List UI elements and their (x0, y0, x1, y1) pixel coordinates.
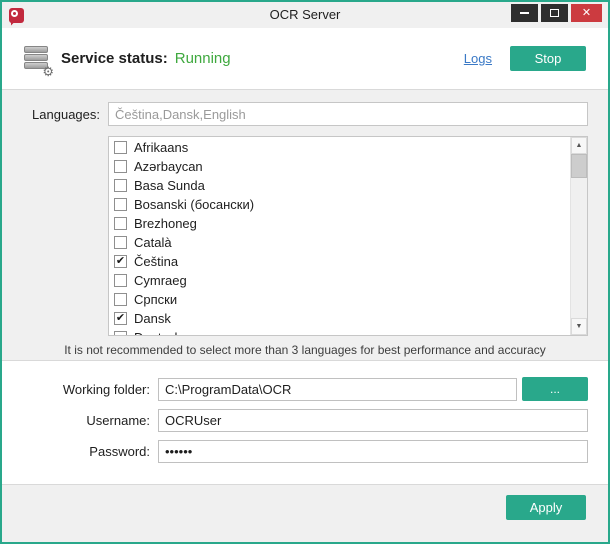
close-icon: ✕ (582, 8, 591, 19)
language-list-item[interactable]: Deutsch (109, 328, 570, 335)
minimize-icon (520, 12, 529, 14)
checkbox[interactable] (114, 198, 127, 211)
language-label: Azərbaycan (134, 159, 203, 174)
working-folder-row: Working folder: ... (22, 377, 588, 401)
language-label: Српски (134, 292, 177, 307)
languages-section: Languages: Afrikaans Azərbaycan Basa Sun… (2, 90, 608, 361)
password-row: Password: (22, 440, 588, 463)
checkbox[interactable] (114, 160, 127, 173)
server-disk (24, 54, 48, 61)
selected-languages-input[interactable] (108, 102, 588, 126)
language-list-item[interactable]: Català (109, 233, 570, 252)
stop-button[interactable]: Stop (510, 46, 586, 71)
window-controls: ✕ (511, 4, 602, 22)
working-folder-input[interactable] (158, 378, 517, 401)
checkbox[interactable] (114, 274, 127, 287)
language-list: Afrikaans Azərbaycan Basa Sunda Bosanski… (109, 138, 570, 335)
apply-section: Apply (2, 485, 608, 542)
languages-row: Languages: (22, 102, 588, 126)
checkbox[interactable] (114, 179, 127, 192)
language-list-item[interactable]: ✔ Dansk (109, 309, 570, 328)
apply-button[interactable]: Apply (506, 495, 586, 520)
server-icon: ⚙ (24, 46, 48, 72)
browse-button[interactable]: ... (522, 377, 588, 401)
password-input[interactable] (158, 440, 588, 463)
language-list-item[interactable]: Српски (109, 290, 570, 309)
scroll-down-button[interactable]: ▼ (571, 318, 587, 335)
service-status-label: Service status: (61, 50, 168, 67)
checkbox[interactable] (114, 217, 127, 230)
minimize-button[interactable] (511, 4, 538, 22)
scrollbar-track[interactable]: ▲ ▼ (570, 137, 587, 335)
language-label: Bosanski (босански) (134, 197, 254, 212)
titlebar: OCR Server ✕ (2, 2, 608, 28)
logs-link[interactable]: Logs (464, 51, 492, 66)
server-disk (24, 46, 48, 53)
password-label: Password: (22, 444, 150, 459)
service-status-value: Running (175, 50, 231, 67)
language-list-item[interactable]: Cymraeg (109, 271, 570, 290)
maximize-button[interactable] (541, 4, 568, 22)
languages-label: Languages: (22, 107, 100, 122)
checkbox[interactable]: ✔ (114, 255, 127, 268)
language-list-item[interactable]: Brezhoneg (109, 214, 570, 233)
languages-hint-text: It is not recommended to select more tha… (22, 343, 588, 357)
checkbox[interactable] (114, 331, 127, 335)
language-label: Basa Sunda (134, 178, 205, 193)
language-list-item[interactable]: Afrikaans (109, 138, 570, 157)
working-folder-label: Working folder: (22, 382, 150, 397)
checkbox[interactable] (114, 236, 127, 249)
username-row: Username: (22, 409, 588, 432)
maximize-icon (550, 9, 559, 17)
language-list-item[interactable]: ✔ Čeština (109, 252, 570, 271)
close-button[interactable]: ✕ (571, 4, 602, 22)
username-label: Username: (22, 413, 150, 428)
language-label: Čeština (134, 254, 178, 269)
username-input[interactable] (158, 409, 588, 432)
language-list-box: Afrikaans Azərbaycan Basa Sunda Bosanski… (108, 136, 588, 336)
scrollbar-thumb[interactable] (571, 154, 587, 178)
language-list-item[interactable]: Basa Sunda (109, 176, 570, 195)
language-label: Brezhoneg (134, 216, 197, 231)
language-list-item[interactable]: Bosanski (босански) (109, 195, 570, 214)
language-label: Cymraeg (134, 273, 187, 288)
scroll-up-button[interactable]: ▲ (571, 137, 587, 154)
settings-section: Working folder: ... Username: Password: (2, 361, 608, 485)
ocr-server-window: OCR Server ✕ ⚙ Service status: Running L… (0, 0, 610, 544)
checkbox[interactable] (114, 293, 127, 306)
checkbox[interactable] (114, 141, 127, 154)
service-status-section: ⚙ Service status: Running Logs Stop (2, 28, 608, 90)
language-label: Deutsch (134, 330, 182, 335)
language-label: Dansk (134, 311, 171, 326)
language-list-item[interactable]: Azərbaycan (109, 157, 570, 176)
gear-icon: ⚙ (42, 65, 54, 78)
checkbox[interactable]: ✔ (114, 312, 127, 325)
language-label: Català (134, 235, 172, 250)
language-label: Afrikaans (134, 140, 188, 155)
